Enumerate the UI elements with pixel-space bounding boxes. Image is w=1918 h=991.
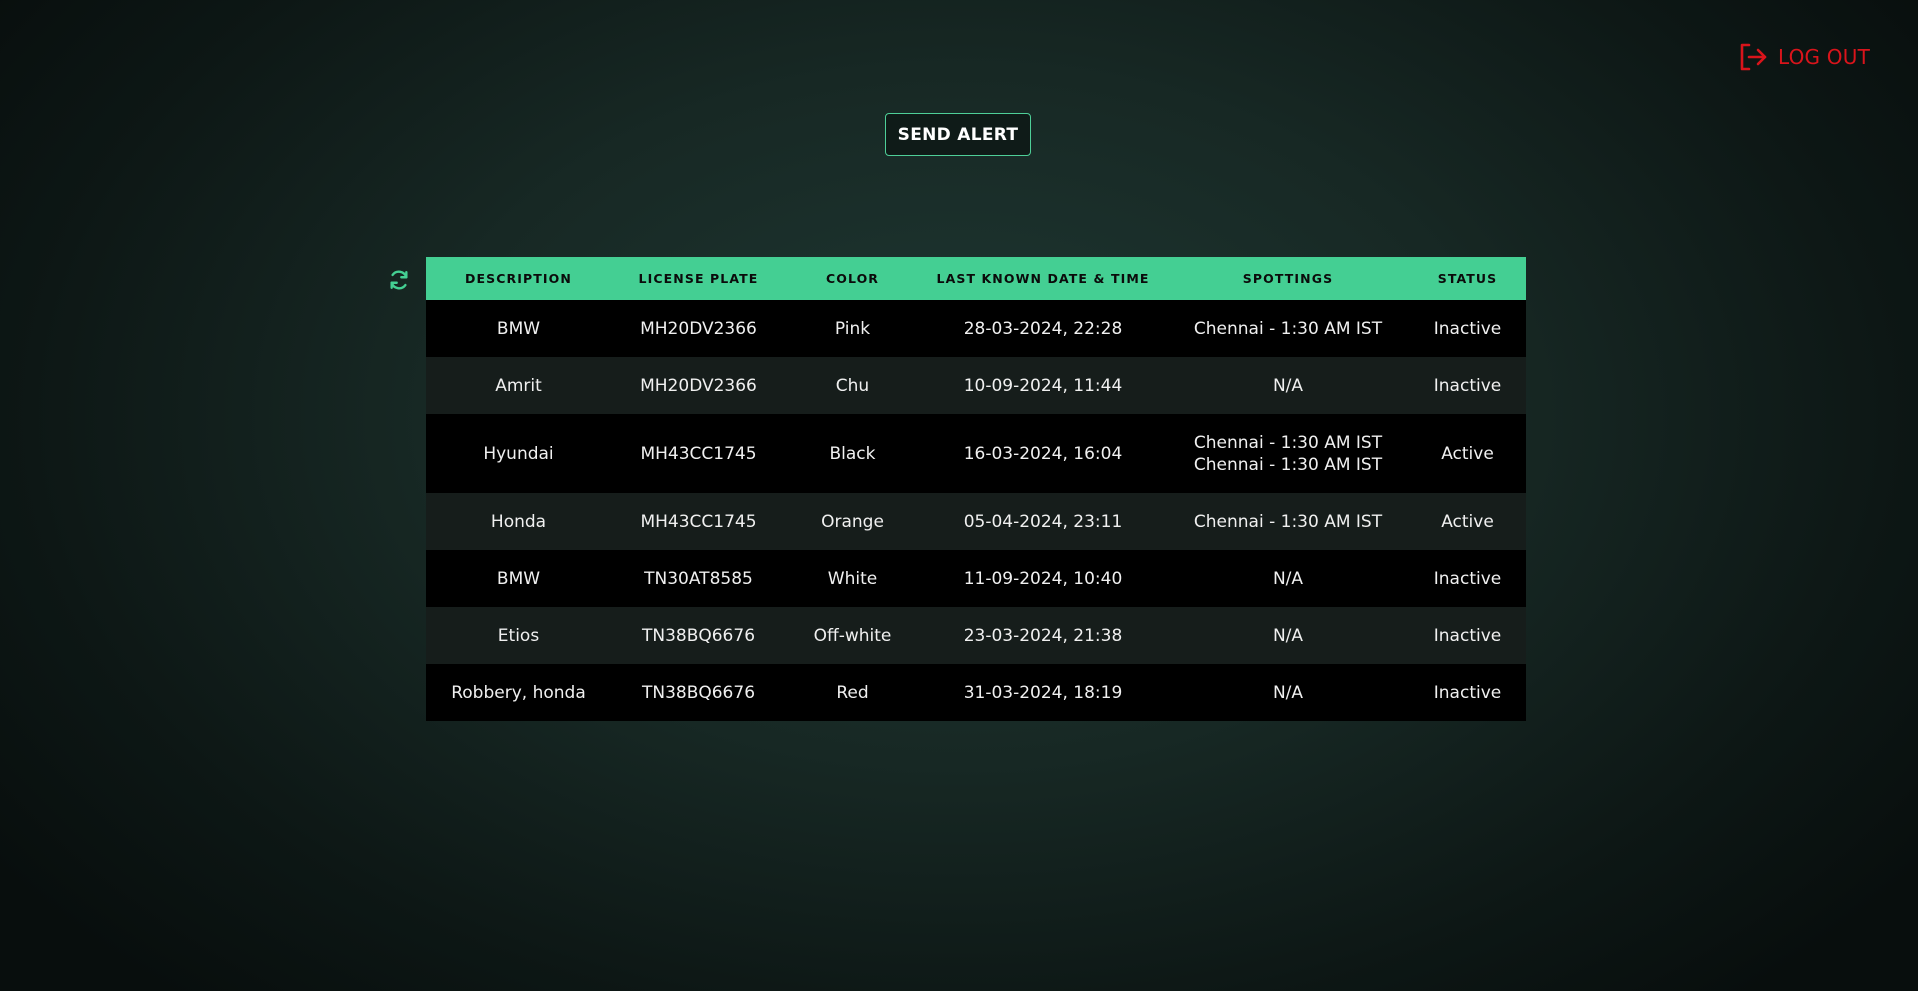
cell-spottings: N/A [1167, 607, 1409, 664]
cell-status: Active [1441, 511, 1494, 532]
table-row: Robbery, honda TN38BQ6676 Red 31-03-2024… [426, 664, 1526, 721]
cell-color: White [827, 568, 878, 589]
spotting-entry: Chennai - 1:30 AM IST [1193, 511, 1383, 532]
header-color: COLOR [825, 271, 880, 286]
logout-button[interactable]: LOG OUT [1738, 42, 1870, 72]
cell-description: Robbery, honda [451, 682, 586, 703]
cell-datetime: 11-09-2024, 10:40 [963, 568, 1123, 589]
cell-spottings: N/A [1167, 664, 1409, 721]
cell-description: Etios [497, 625, 540, 646]
cell-status: Active [1441, 443, 1494, 464]
cell-color: Black [829, 443, 876, 464]
cell-color: Orange [821, 511, 884, 532]
header-license-plate: LICENSE PLATE [638, 271, 759, 286]
cell-spottings: Chennai - 1:30 AM IST [1167, 300, 1409, 357]
cell-description: BMW [496, 568, 541, 589]
spotting-entry: N/A [1272, 568, 1304, 589]
cell-datetime: 23-03-2024, 21:38 [963, 625, 1123, 646]
spotting-entry: N/A [1272, 625, 1304, 646]
cell-spottings: N/A [1167, 357, 1409, 414]
cell-license-plate: TN30AT8585 [644, 568, 753, 589]
table-row: BMW TN30AT8585 White 11-09-2024, 10:40 N… [426, 550, 1526, 607]
cell-status: Inactive [1433, 682, 1502, 703]
cell-datetime: 28-03-2024, 22:28 [963, 318, 1123, 339]
cell-license-plate: MH43CC1745 [640, 443, 757, 464]
table-row: Honda MH43CC1745 Orange 05-04-2024, 23:1… [426, 493, 1526, 550]
table-row: BMW MH20DV2366 Pink 28-03-2024, 22:28 Ch… [426, 300, 1526, 357]
table-header-row: DESCRIPTION LICENSE PLATE COLOR LAST KNO… [426, 257, 1526, 300]
cell-datetime: 16-03-2024, 16:04 [963, 443, 1123, 464]
header-last-known-datetime: LAST KNOWN DATE & TIME [936, 271, 1150, 286]
cell-license-plate: MH43CC1745 [640, 511, 757, 532]
spotting-entry: N/A [1272, 682, 1304, 703]
header-spottings: SPOTTINGS [1242, 271, 1334, 286]
send-alert-button[interactable]: SEND ALERT [885, 113, 1031, 156]
cell-color: Pink [834, 318, 871, 339]
table-row: Hyundai MH43CC1745 Black 16-03-2024, 16:… [426, 414, 1526, 493]
cell-description: BMW [496, 318, 541, 339]
cell-status: Inactive [1433, 625, 1502, 646]
logout-label: LOG OUT [1777, 45, 1870, 69]
refresh-icon[interactable] [388, 269, 410, 291]
cell-license-plate: TN38BQ6676 [641, 625, 756, 646]
cell-description: Honda [490, 511, 547, 532]
cell-spottings: Chennai - 1:30 AM IST [1167, 493, 1409, 550]
cell-color: Chu [835, 375, 870, 396]
cell-datetime: 10-09-2024, 11:44 [963, 375, 1123, 396]
table-row: Etios TN38BQ6676 Off-white 23-03-2024, 2… [426, 607, 1526, 664]
cell-license-plate: TN38BQ6676 [641, 682, 756, 703]
logout-icon [1738, 42, 1768, 72]
cell-license-plate: MH20DV2366 [640, 318, 757, 339]
header-description: DESCRIPTION [465, 271, 572, 286]
spotting-entry: Chennai - 1:30 AM IST [1193, 454, 1383, 475]
header-status: STATUS [1437, 271, 1498, 286]
cell-color: Off-white [813, 625, 892, 646]
cell-status: Inactive [1433, 375, 1502, 396]
cell-status: Inactive [1433, 318, 1502, 339]
spotting-entry: N/A [1272, 375, 1304, 396]
cell-description: Hyundai [483, 443, 554, 464]
cell-status: Inactive [1433, 568, 1502, 589]
cell-spottings: Chennai - 1:30 AM IST Chennai - 1:30 AM … [1167, 414, 1409, 493]
spotting-entry: Chennai - 1:30 AM IST [1193, 318, 1383, 339]
vehicles-table: DESCRIPTION LICENSE PLATE COLOR LAST KNO… [426, 257, 1526, 721]
cell-license-plate: MH20DV2366 [640, 375, 757, 396]
table-row: Amrit MH20DV2366 Chu 10-09-2024, 11:44 N… [426, 357, 1526, 414]
cell-datetime: 31-03-2024, 18:19 [963, 682, 1123, 703]
cell-description: Amrit [495, 375, 542, 396]
cell-spottings: N/A [1167, 550, 1409, 607]
cell-color: Red [836, 682, 869, 703]
cell-datetime: 05-04-2024, 23:11 [963, 511, 1123, 532]
spotting-entry: Chennai - 1:30 AM IST [1193, 432, 1383, 453]
